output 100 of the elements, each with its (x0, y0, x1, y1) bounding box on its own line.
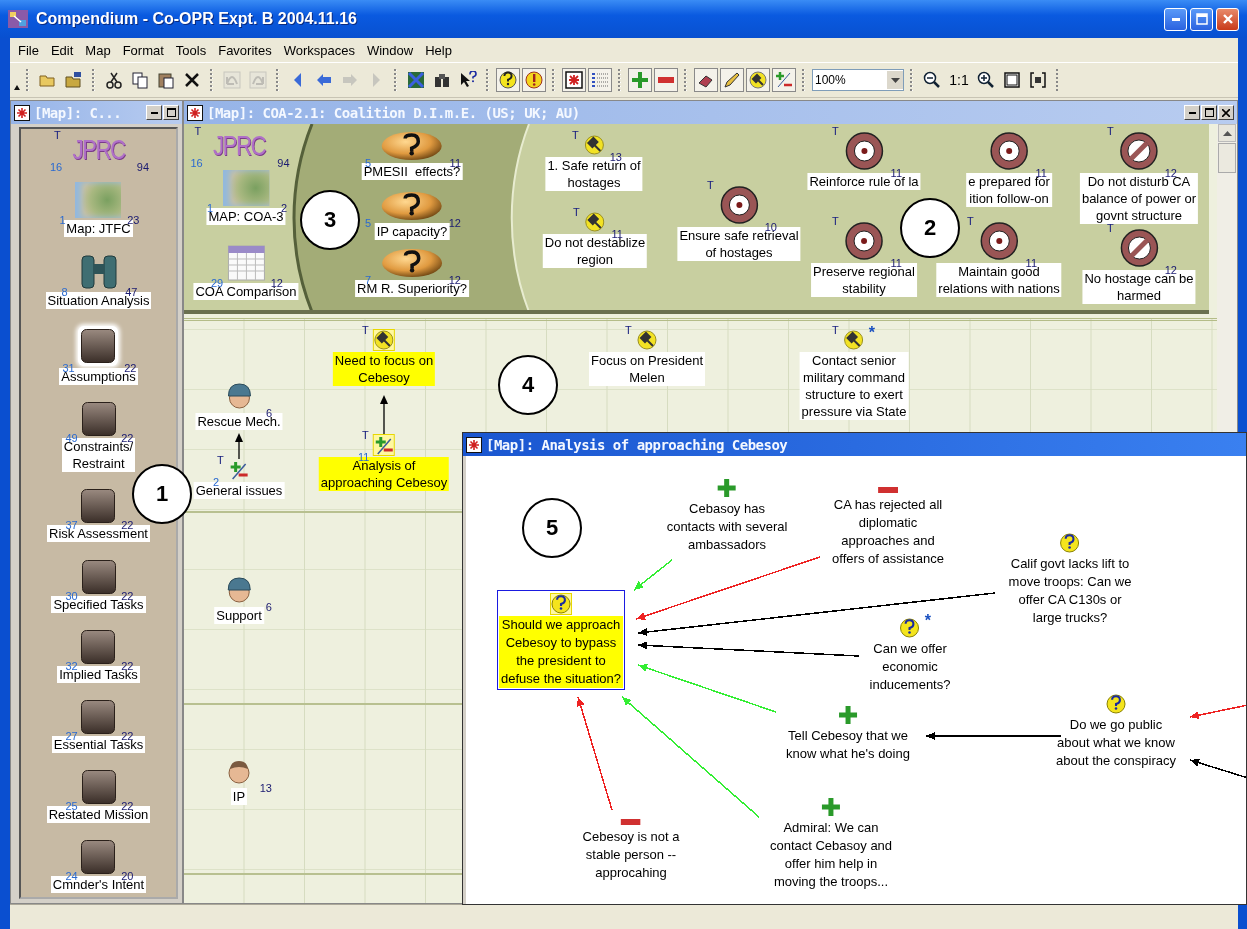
target-icon[interactable] (989, 131, 1029, 171)
map-node-icon (565, 71, 583, 89)
transclusion-marker: T (194, 125, 202, 137)
question-bubble-icon[interactable] (381, 131, 443, 161)
toolbar-grip[interactable] (25, 67, 31, 93)
toolbar-button[interactable] (496, 68, 520, 92)
toolbar-grip[interactable] (209, 67, 215, 93)
node-count: 32 (65, 659, 78, 672)
node-label: Cebesoy is not a stable person -- approcahing (581, 828, 681, 882)
node-label: Need to focus on Cebesoy (332, 352, 436, 386)
node-label: Cebasoy has contacts with several ambassadors (665, 500, 789, 554)
menu-item[interactable]: Edit (44, 40, 80, 60)
plus-minus-icon[interactable] (374, 435, 394, 455)
gavel-icon[interactable] (374, 330, 394, 350)
toolbar-grip[interactable] (275, 67, 281, 93)
question-icon[interactable] (1060, 533, 1080, 553)
question-bubble-icon[interactable] (381, 248, 443, 278)
zoom-dropdown[interactable]: 100% (812, 69, 904, 91)
rounded-square-icon[interactable] (81, 699, 116, 734)
gavel-icon[interactable] (637, 330, 657, 350)
node-count: 27 (65, 729, 78, 742)
transclusion-marker: T (625, 324, 632, 336)
node-count: 16 (49, 161, 63, 173)
rounded-square-icon[interactable] (81, 839, 116, 874)
target-icon[interactable] (844, 131, 884, 171)
toolbar-button[interactable] (720, 68, 744, 92)
rounded-square-icon[interactable] (81, 769, 116, 804)
toolbar-button[interactable] (746, 68, 770, 92)
toolbar-grip[interactable] (393, 67, 399, 93)
menu-item[interactable]: Window (360, 40, 420, 60)
copy-icon (131, 71, 149, 89)
app-icon (8, 10, 28, 28)
toolbar-grip[interactable] (91, 67, 97, 93)
map-node-icon (14, 104, 30, 121)
toolbar-grip[interactable] (683, 67, 689, 93)
minus-icon (657, 77, 675, 83)
exclamation-icon (525, 71, 543, 89)
map-thumbnail[interactable] (223, 170, 269, 206)
map-thumbnail[interactable] (75, 182, 122, 219)
rounded-square-icon[interactable] (81, 489, 116, 524)
menu-item[interactable]: Favorites (212, 40, 278, 60)
toolbar-grip[interactable] (551, 67, 557, 93)
menu-item[interactable]: Tools (169, 40, 213, 60)
rounded-square-icon[interactable] (81, 559, 116, 594)
node-label: Can we offer economic inducements? (868, 640, 952, 694)
question-icon[interactable] (900, 618, 920, 638)
prohibited-icon[interactable] (1119, 228, 1159, 268)
node-label: Support (214, 607, 264, 624)
question-bubble-icon[interactable] (381, 191, 443, 221)
node-count: 22 (121, 799, 134, 812)
plus-icon[interactable] (717, 478, 737, 498)
toolbar-grip[interactable] (909, 67, 915, 93)
save-folder-icon (65, 71, 83, 89)
minus-icon[interactable] (878, 486, 898, 494)
menu-item[interactable]: Help (419, 40, 458, 60)
pencil-icon (723, 71, 741, 89)
toolbar-button[interactable] (694, 68, 718, 92)
gavel-icon[interactable] (584, 135, 604, 155)
zoom-out-icon (923, 71, 941, 89)
search-icon (433, 71, 451, 89)
target-icon[interactable] (979, 221, 1019, 261)
forward-arrow-icon (341, 71, 359, 89)
image-icon (407, 71, 425, 89)
menu-item[interactable]: File (12, 40, 45, 60)
scrollbar-thumb[interactable] (1218, 143, 1236, 173)
node-count: 5 (365, 217, 372, 229)
toolbar-grip[interactable] (1055, 67, 1061, 93)
toolbar-grip[interactable] (485, 67, 491, 93)
toolbar-button[interactable] (562, 68, 586, 92)
rounded-square-icon[interactable] (81, 402, 116, 437)
rounded-square-icon[interactable] (81, 329, 116, 364)
transclusion-marker: T (362, 429, 369, 441)
toolbar-button[interactable] (588, 68, 612, 92)
target-icon[interactable] (844, 221, 884, 261)
plus-icon[interactable] (838, 705, 858, 725)
gavel-icon[interactable] (585, 212, 605, 232)
toolbar-grip[interactable] (801, 67, 807, 93)
node-count: 25 (65, 799, 78, 812)
prohibited-icon[interactable] (1119, 131, 1159, 171)
menu-item[interactable]: Map (79, 40, 117, 60)
maximize-icon (1195, 13, 1208, 25)
toolbar-grip[interactable] (617, 67, 623, 93)
node-count: 24 (65, 869, 78, 882)
zoom-in-icon (977, 71, 995, 89)
minus-icon[interactable] (621, 818, 641, 826)
question-icon[interactable] (1106, 694, 1126, 714)
menu-item[interactable]: Format (116, 40, 170, 60)
menu-item[interactable]: Workspaces (277, 40, 361, 60)
plus-minus-icon[interactable] (229, 460, 249, 480)
selected-node-frame[interactable]: Should we approach Cebesoy to bypass the president to defuse the situation? (497, 590, 625, 690)
question-icon[interactable] (551, 594, 571, 614)
gavel-icon[interactable] (844, 330, 864, 350)
window-title: [Map]: Analysis of approaching Cebesoy (486, 436, 788, 453)
table-icon[interactable] (227, 245, 265, 281)
plus-icon[interactable] (821, 797, 841, 817)
target-icon[interactable] (719, 185, 759, 225)
toolbar-button[interactable] (522, 68, 546, 92)
node-count: 11 (890, 167, 902, 179)
rounded-square-icon[interactable] (81, 629, 116, 664)
actual-size-button[interactable]: 1:1 (946, 68, 972, 92)
